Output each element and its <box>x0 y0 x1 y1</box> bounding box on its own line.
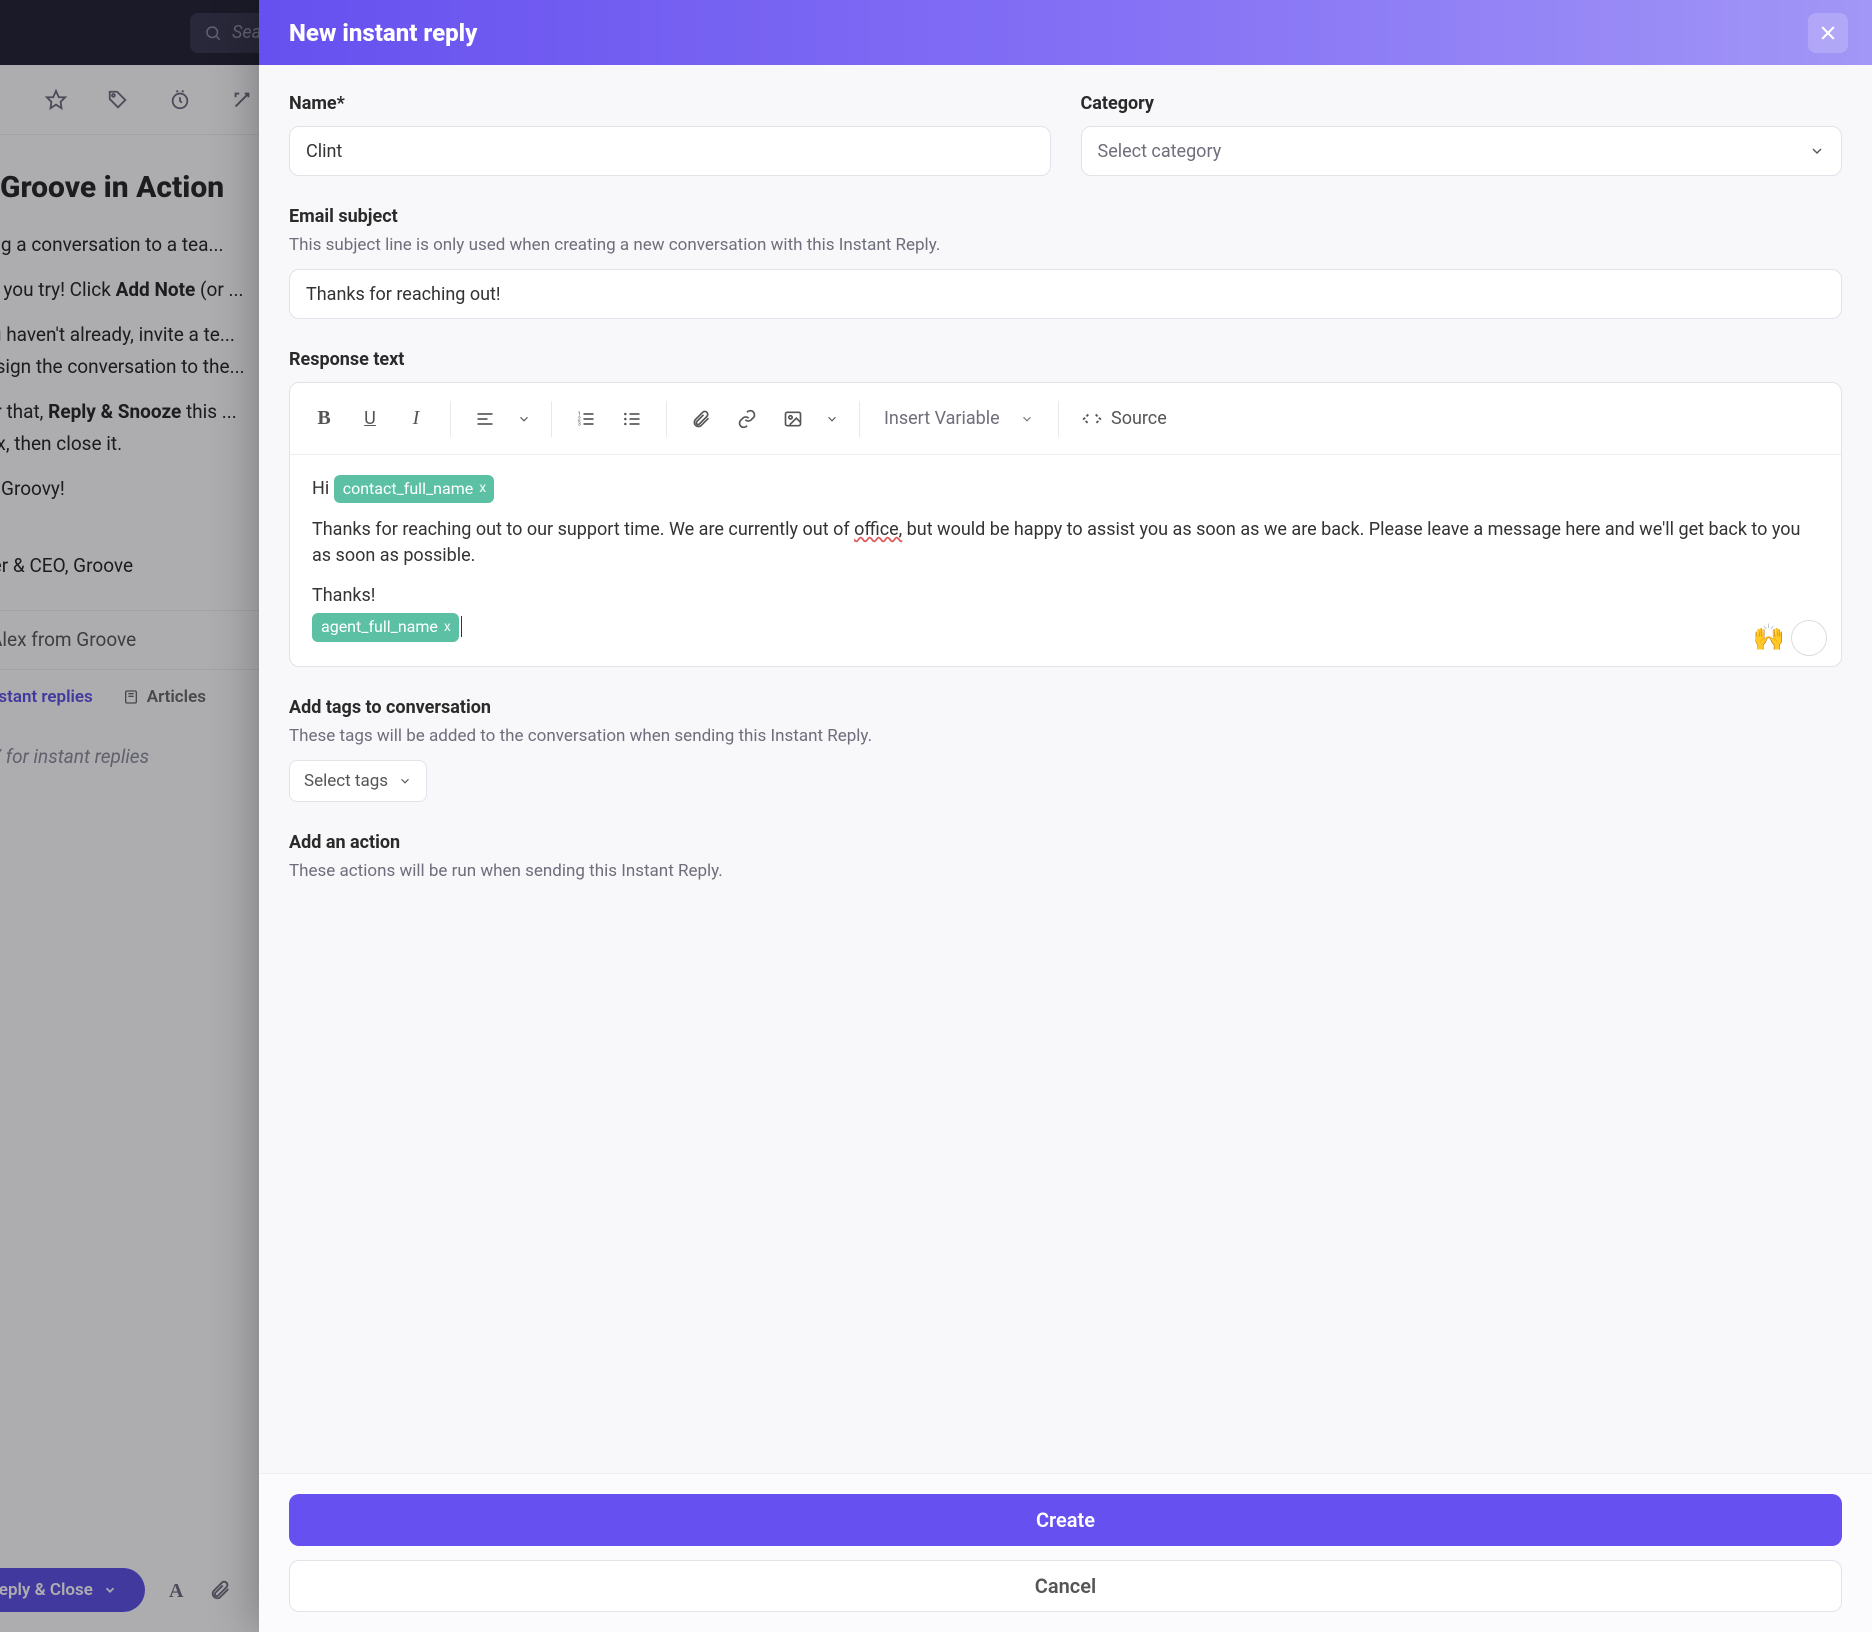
chevron-down-icon <box>517 412 531 426</box>
ordered-list-button[interactable]: 123 <box>566 399 606 439</box>
unordered-list-icon <box>622 409 642 429</box>
category-select[interactable]: Select category <box>1081 126 1843 176</box>
toolbar-separator <box>666 401 667 437</box>
add-tags-section: Add tags to conversation These tags will… <box>289 697 1842 802</box>
image-dropdown[interactable] <box>819 399 845 439</box>
editor-toolbar: B U I 123 <box>290 383 1841 455</box>
add-tags-label: Add tags to conversation <box>289 697 1842 718</box>
align-dropdown[interactable] <box>511 399 537 439</box>
modal-title: New instant reply <box>289 19 477 47</box>
italic-button[interactable]: I <box>396 399 436 439</box>
chevron-down-icon <box>1809 143 1825 159</box>
modal-body: Name* Clint Category Select category Ema… <box>259 65 1872 1473</box>
svg-text:3: 3 <box>578 421 581 427</box>
spellcheck-error: office, <box>854 519 902 540</box>
underline-button[interactable]: U <box>350 399 390 439</box>
chevron-down-icon <box>398 774 412 788</box>
rich-text-editor: B U I 123 <box>289 382 1842 667</box>
create-button[interactable]: Create <box>289 1494 1842 1546</box>
emoji-reaction[interactable]: 🙌 <box>1753 620 1827 656</box>
category-label: Category <box>1081 93 1843 114</box>
toolbar-separator <box>859 401 860 437</box>
toolbar-separator <box>1058 401 1059 437</box>
image-icon <box>783 409 803 429</box>
add-action-label: Add an action <box>289 832 1842 853</box>
response-text-label: Response text <box>289 349 1842 370</box>
category-field-group: Category Select category <box>1081 93 1843 176</box>
chip-remove-icon[interactable]: x <box>479 478 486 498</box>
email-subject-help: This subject line is only used when crea… <box>289 235 1842 255</box>
add-tags-help: These tags will be added to the conversa… <box>289 726 1842 746</box>
align-left-icon <box>475 409 495 429</box>
add-action-help: These actions will be run when sending t… <box>289 861 1842 881</box>
editor-line: agent_full_name x <box>312 613 1819 641</box>
name-input[interactable]: Clint <box>289 126 1051 176</box>
editor-content[interactable]: Hi contact_full_name x Thanks for reachi… <box>290 455 1841 666</box>
toolbar-separator <box>551 401 552 437</box>
name-label: Name* <box>289 93 1051 114</box>
toolbar-separator <box>450 401 451 437</box>
editor-line: Hi contact_full_name x <box>312 475 1819 503</box>
insert-variable-dropdown[interactable]: Insert Variable <box>874 399 1044 439</box>
ordered-list-icon: 123 <box>576 409 596 429</box>
chip-remove-icon[interactable]: x <box>444 617 451 637</box>
image-button[interactable] <box>773 399 813 439</box>
source-icon <box>1081 408 1103 430</box>
modal-footer: Create Cancel <box>259 1473 1872 1632</box>
variable-chip-agent[interactable]: agent_full_name x <box>312 613 459 641</box>
close-icon <box>1818 23 1838 43</box>
link-icon <box>737 409 757 429</box>
bold-button[interactable]: B <box>304 399 344 439</box>
link-button[interactable] <box>727 399 767 439</box>
email-subject-section: Email subject This subject line is only … <box>289 206 1842 319</box>
tags-select[interactable]: Select tags <box>289 760 427 802</box>
chevron-down-icon <box>1020 412 1034 426</box>
modal-header: New instant reply <box>259 0 1872 65</box>
response-text-section: Response text B U I 123 <box>289 349 1842 667</box>
source-button[interactable]: Source <box>1073 408 1175 430</box>
variable-chip-contact[interactable]: contact_full_name x <box>334 475 495 503</box>
chevron-down-icon <box>825 412 839 426</box>
paperclip-icon <box>691 409 711 429</box>
align-button[interactable] <box>465 399 505 439</box>
editor-line: Thanks! <box>312 583 1819 609</box>
category-placeholder: Select category <box>1098 141 1222 162</box>
unordered-list-button[interactable] <box>612 399 652 439</box>
name-field-group: Name* Clint <box>289 93 1051 176</box>
add-action-section: Add an action These actions will be run … <box>289 832 1842 881</box>
new-instant-reply-modal: New instant reply Name* Clint Category S… <box>259 0 1872 1632</box>
attachment-button[interactable] <box>681 399 721 439</box>
raised-hands-emoji: 🙌 <box>1753 623 1785 653</box>
cancel-button[interactable]: Cancel <box>289 1560 1842 1612</box>
editor-line: Thanks for reaching out to our support t… <box>312 517 1819 569</box>
avatar-placeholder <box>1791 620 1827 656</box>
email-subject-label: Email subject <box>289 206 1842 227</box>
close-button[interactable] <box>1808 13 1848 53</box>
email-subject-input[interactable]: Thanks for reaching out! <box>289 269 1842 319</box>
